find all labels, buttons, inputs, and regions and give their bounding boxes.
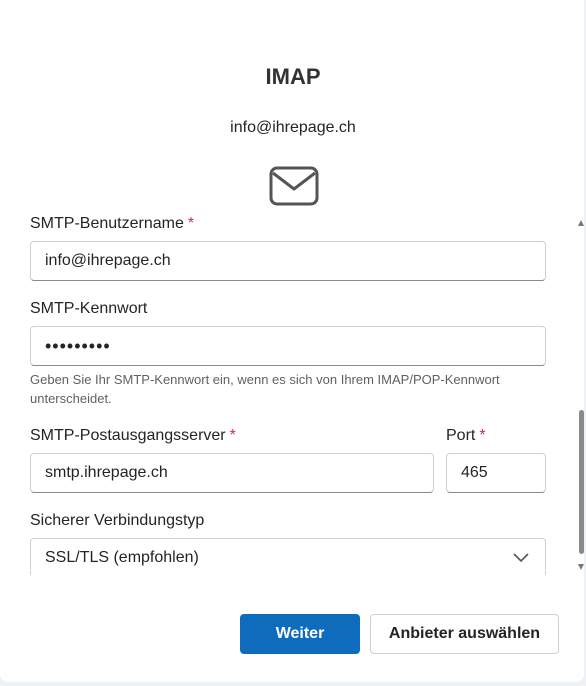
port-label: Port * [446,427,486,444]
smtp-server-input[interactable]: smtp.ihrepage.ch [30,453,434,493]
account-email: info@ihrepage.ch [230,119,356,136]
scroll-down-arrow-icon[interactable] [578,564,584,570]
scrollbar-thumb[interactable] [579,410,584,554]
smtp-server-label: SMTP-Postausgangsserver * [30,427,236,444]
chevron-down-icon [513,553,529,563]
next-button[interactable]: Weiter [240,614,360,654]
envelope-icon [269,166,319,206]
scroll-up-arrow-icon[interactable] [578,220,584,226]
smtp-username-label: SMTP-Benutzername * [30,215,195,232]
smtp-password-hint: Geben Sie Ihr SMTP-Kennwort ein, wenn es… [30,372,500,406]
smtp-password-label: SMTP-Kennwort [30,300,148,317]
connection-type-value: SSL/TLS (empfohlen) [45,549,199,566]
scrollbar[interactable] [576,214,586,576]
required-mark: * [187,215,195,232]
connection-type-label: Sicherer Verbindungstyp [30,512,205,529]
dialog: IMAP info@ihrepage.ch SMTP-Benutzername *… [0,0,584,682]
required-mark: * [229,427,236,444]
smtp-password-input[interactable]: ••••••••• [30,326,546,366]
form-scroll-area: SMTP-Benutzername * info@ihrepage.ch SMTP… [0,209,572,575]
required-mark: * [479,427,486,444]
connection-type-select[interactable]: SSL/TLS (empfohlen) [30,538,546,575]
smtp-username-input[interactable]: info@ihrepage.ch [30,241,546,281]
port-input[interactable]: 465 [446,453,546,493]
choose-provider-button[interactable]: Anbieter auswählen [370,614,559,654]
dialog-title: IMAP [265,64,321,89]
